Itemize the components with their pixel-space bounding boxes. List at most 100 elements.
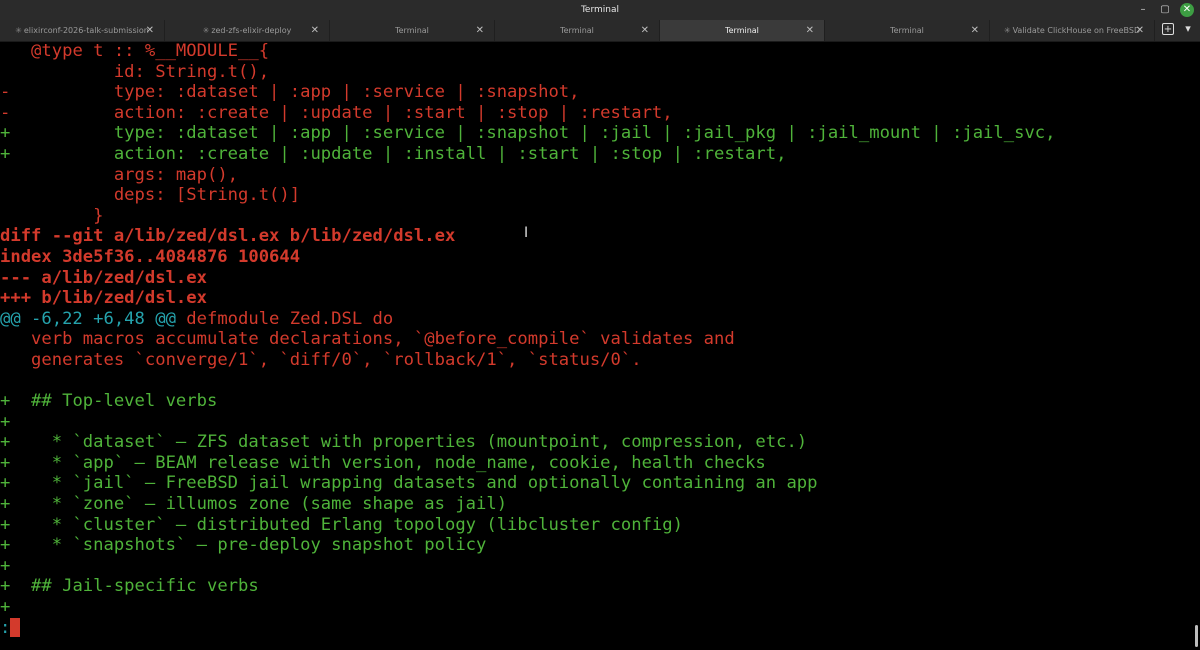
terminal-line-text: } [10, 205, 104, 226]
close-tab-icon[interactable]: ✕ [476, 20, 484, 41]
text-cursor-ibeam-icon: I [524, 225, 529, 241]
diff-marker: - [0, 102, 11, 123]
terminal-line: + type: :dataset | :app | :service | :sn… [0, 123, 1192, 144]
terminal-line-text: index 3de5f36..4084876 100644 [0, 246, 301, 267]
window-title: Terminal [580, 5, 620, 15]
terminal-line-text: +++ b/lib/zed/dsl.ex [0, 288, 207, 309]
terminal-line: } [0, 206, 1192, 227]
close-tab-icon[interactable]: ✕ [806, 20, 814, 41]
terminal-line: + [0, 597, 1192, 618]
tab-0[interactable]: ✳ elixirconf-2026-talk-submission ✕ [0, 20, 165, 41]
tab-2[interactable]: Terminal ✕ [330, 20, 495, 41]
terminal-line-text: * `snapshots` — pre-deploy snapshot poli… [10, 535, 487, 556]
terminal-line: + ## Top-level verbs [0, 391, 1192, 412]
tab-title: Terminal [725, 26, 759, 35]
terminal-line: generates `converge/1`, `diff/0`, `rollb… [0, 350, 1192, 371]
close-tab-icon[interactable]: ✕ [1136, 20, 1144, 41]
close-tab-icon[interactable]: ✕ [146, 20, 154, 41]
terminal-line: + action: :create | :update | :install |… [0, 144, 1192, 165]
terminal-line-text: * `zone` — illumos zone (same shape as j… [10, 494, 508, 515]
tab-label: ✳ zed-zfs-elixir-deploy [203, 20, 292, 41]
diff-marker [0, 206, 10, 226]
terminal-line-text: deps: [String.t()] [10, 185, 301, 206]
terminal-line-text: @type t :: %__MODULE__{ [10, 41, 270, 61]
terminal-line: - action: :create | :update | :start | :… [0, 103, 1192, 124]
tab-3[interactable]: Terminal ✕ [495, 20, 660, 41]
diff-marker: + [0, 555, 11, 576]
terminal-line-text: * `jail` — FreeBSD jail wrapping dataset… [10, 473, 818, 494]
terminal-line: deps: [String.t()] [0, 185, 1192, 206]
diff-marker: + [0, 597, 11, 618]
diff-marker: + [0, 411, 11, 432]
diff-marker [0, 165, 10, 185]
terminal-line: + * `zone` — illumos zone (same shape as… [0, 494, 1192, 515]
close-tab-icon[interactable]: ✕ [641, 20, 649, 41]
close-window-icon[interactable]: ✕ [1180, 3, 1194, 17]
diff-marker [0, 329, 10, 349]
tab-4[interactable]: Terminal ✕ [660, 20, 825, 41]
terminal-line: diff --git a/lib/zed/dsl.ex b/lib/zed/ds… [0, 226, 1192, 247]
diff-marker: + [0, 432, 11, 453]
tab-1[interactable]: ✳ zed-zfs-elixir-deploy ✕ [165, 20, 330, 41]
terminal-line: + * `dataset` — ZFS dataset with propert… [0, 432, 1192, 453]
terminal-line: --- a/lib/zed/dsl.ex [0, 268, 1192, 289]
terminal-line [0, 371, 1192, 392]
tab-tools: + ▾ [1162, 23, 1194, 35]
tab-5[interactable]: Terminal ✕ [825, 20, 990, 41]
terminal-line-text: diff --git a/lib/zed/dsl.ex b/lib/zed/ds… [0, 226, 456, 247]
terminal-line: id: String.t(), [0, 62, 1192, 83]
terminal-line: + * `jail` — FreeBSD jail wrapping datas… [0, 473, 1192, 494]
minimize-icon[interactable]: – [1136, 3, 1150, 17]
terminal-line: + * `cluster` — distributed Erlang topol… [0, 515, 1192, 536]
terminal-line-text: * `cluster` — distributed Erlang topolog… [10, 514, 683, 535]
terminal-line-text: args: map(), [10, 164, 239, 185]
diff-marker: + [0, 123, 11, 144]
tab-title: Validate ClickHouse on FreeBSD [1012, 26, 1141, 35]
diff-marker [0, 62, 10, 82]
terminal-line-text: generates `converge/1`, `diff/0`, `rollb… [10, 349, 642, 370]
new-tab-icon[interactable]: + [1162, 23, 1174, 35]
close-tab-icon[interactable]: ✕ [971, 20, 979, 41]
terminal-line-text: --- a/lib/zed/dsl.ex [0, 267, 207, 288]
terminal-line-text: id: String.t(), [10, 61, 270, 82]
tab-title: elixirconf-2026-talk-submission [23, 26, 149, 35]
pager-prompt: : [0, 617, 11, 638]
tab-label: Terminal [395, 20, 429, 41]
hunk-header: @@ -6,22 +6,48 @@ [0, 308, 176, 329]
diff-marker: + [0, 514, 11, 535]
tab-label: Terminal [560, 20, 594, 41]
terminal-line: verb macros accumulate declarations, `@b… [0, 329, 1192, 350]
diff-marker [0, 350, 10, 370]
terminal-line-text: action: :create | :update | :start | :st… [10, 102, 673, 123]
terminal-line-text: defmodule Zed.DSL do [175, 308, 394, 329]
terminal-output[interactable]: @type t :: %__MODULE__{ id: String.t(), -… [0, 41, 1192, 650]
diff-marker: - [0, 82, 11, 103]
terminal-scrollbar[interactable] [1195, 625, 1198, 647]
tab-activity-dot-icon: ✳ [15, 26, 22, 35]
terminal-line: + [0, 412, 1192, 433]
tab-label: Terminal [725, 20, 759, 41]
terminal-line-text: ## Jail-specific verbs [10, 576, 259, 597]
diff-marker: + [0, 576, 11, 597]
diff-marker: + [0, 473, 11, 494]
diff-marker: + [0, 494, 11, 515]
terminal-line-text: * `dataset` — ZFS dataset with propertie… [10, 432, 808, 453]
maximize-icon[interactable]: ▢ [1158, 3, 1172, 17]
diff-marker: + [0, 143, 11, 164]
terminal-line-text: action: :create | :update | :install | :… [10, 143, 787, 164]
diff-marker [0, 371, 10, 391]
close-tab-icon[interactable]: ✕ [311, 20, 319, 41]
terminal-line-text: verb macros accumulate declarations, `@b… [10, 329, 735, 350]
pager-prompt-line[interactable]: : [0, 617, 1192, 639]
tab-bar: ✳ elixirconf-2026-talk-submission ✕ ✳ zed-zf… [0, 20, 1200, 42]
tab-activity-dot-icon: ✳ [202, 26, 210, 35]
tab-label: Terminal [890, 20, 924, 41]
terminal-line: +++ b/lib/zed/dsl.ex [0, 288, 1192, 309]
tab-label: ✳ elixirconf-2026-talk-submission [15, 20, 149, 41]
tab-list-chevron-down-icon[interactable]: ▾ [1182, 23, 1194, 35]
diff-marker: + [0, 535, 11, 556]
window-titlebar: Terminal – ▢ ✕ [0, 0, 1200, 20]
tab-6[interactable]: ✳ Validate ClickHouse on FreeBSD ✕ [990, 20, 1155, 41]
terminal-line-text: * `app` — BEAM release with version, nod… [10, 452, 766, 473]
terminal-line: + [0, 556, 1192, 577]
